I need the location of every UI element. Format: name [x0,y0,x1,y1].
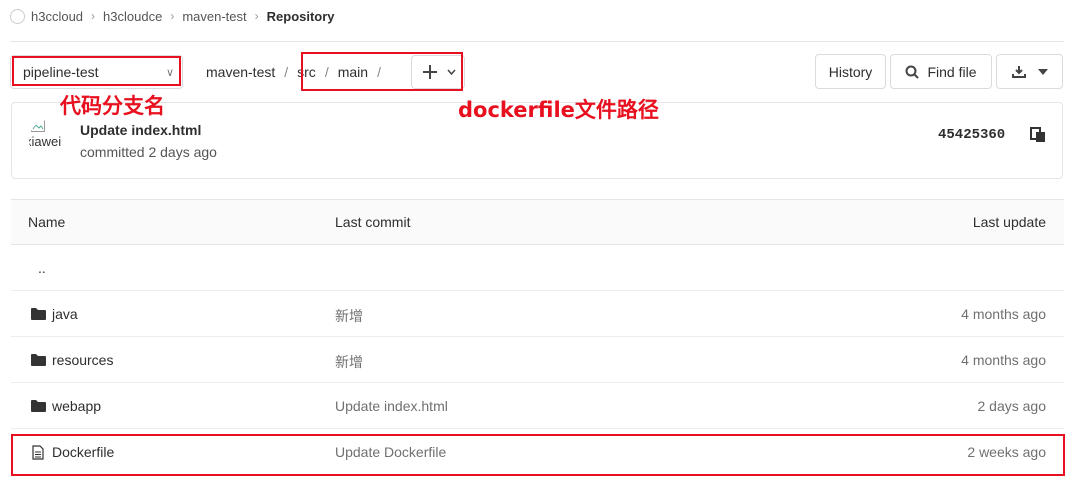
breadcrumb-item-project[interactable]: maven-test [182,9,246,24]
chevron-right-icon: › [170,9,175,23]
path-separator: / [284,64,289,80]
annotation-box-dockerfile [11,434,1065,476]
breadcrumb-item-group[interactable]: h3ccloud [31,9,83,24]
commit-sha[interactable]: 45425360 [938,127,1005,143]
caret-down-icon [1037,68,1048,75]
breadcrumb-item-subgroup[interactable]: h3cloudce [103,9,162,24]
column-header-name: Name [28,214,66,230]
parent-directory-link[interactable]: .. [38,260,46,276]
last-update-time: 2 days ago [977,398,1047,414]
last-commit-message[interactable]: Update index.html [335,398,448,414]
folder-icon [31,308,46,320]
annotation-box-path [301,52,463,91]
breadcrumb: h3ccloud › h3cloudce › maven-test › Repo… [10,6,335,26]
group-avatar-icon [10,8,25,24]
table-row[interactable] [11,383,1064,429]
folder-icon [31,400,46,412]
folder-icon [31,354,46,366]
search-icon [905,65,920,79]
last-update-time: 4 months ago [961,352,1046,368]
breadcrumb-item-current[interactable]: Repository [267,9,335,24]
divider [10,41,1064,42]
table-row-updir[interactable] [11,245,1064,291]
download-icon [1011,66,1026,78]
avatar-alt-text: xiawei [29,134,62,149]
author-avatar[interactable]: xiawei [29,120,69,160]
last-update-time: 4 months ago [961,306,1046,322]
commit-meta: committed 2 days ago [80,144,217,160]
history-button[interactable]: History [815,54,886,89]
annotation-path-note: dockerfile文件路径 [458,98,659,122]
last-commit-message[interactable]: 新增 [335,306,363,326]
find-file-button[interactable]: Find file [890,54,992,89]
commit-title[interactable]: Update index.html [80,122,201,138]
history-button-label: History [828,63,873,80]
last-commit-message[interactable]: 新增 [335,352,363,372]
find-file-label: Find file [927,63,977,80]
chevron-right-icon: › [91,9,96,23]
file-name-link[interactable]: resources [52,352,113,368]
file-table-header [11,199,1064,245]
column-header-last-commit: Last commit [335,214,411,230]
annotation-branch-note: 代码分支名 [60,94,165,118]
file-name-link[interactable]: java [52,306,78,322]
download-dropdown[interactable] [996,54,1063,89]
table-row[interactable] [11,291,1064,337]
column-header-last-update: Last update [972,214,1046,230]
table-row[interactable] [11,337,1064,383]
annotation-box-branch [12,56,181,86]
chevron-right-icon: › [254,9,259,23]
path-item-root[interactable]: maven-test [206,64,275,80]
file-name-link[interactable]: webapp [52,398,101,414]
copy-icon[interactable] [1030,127,1046,143]
